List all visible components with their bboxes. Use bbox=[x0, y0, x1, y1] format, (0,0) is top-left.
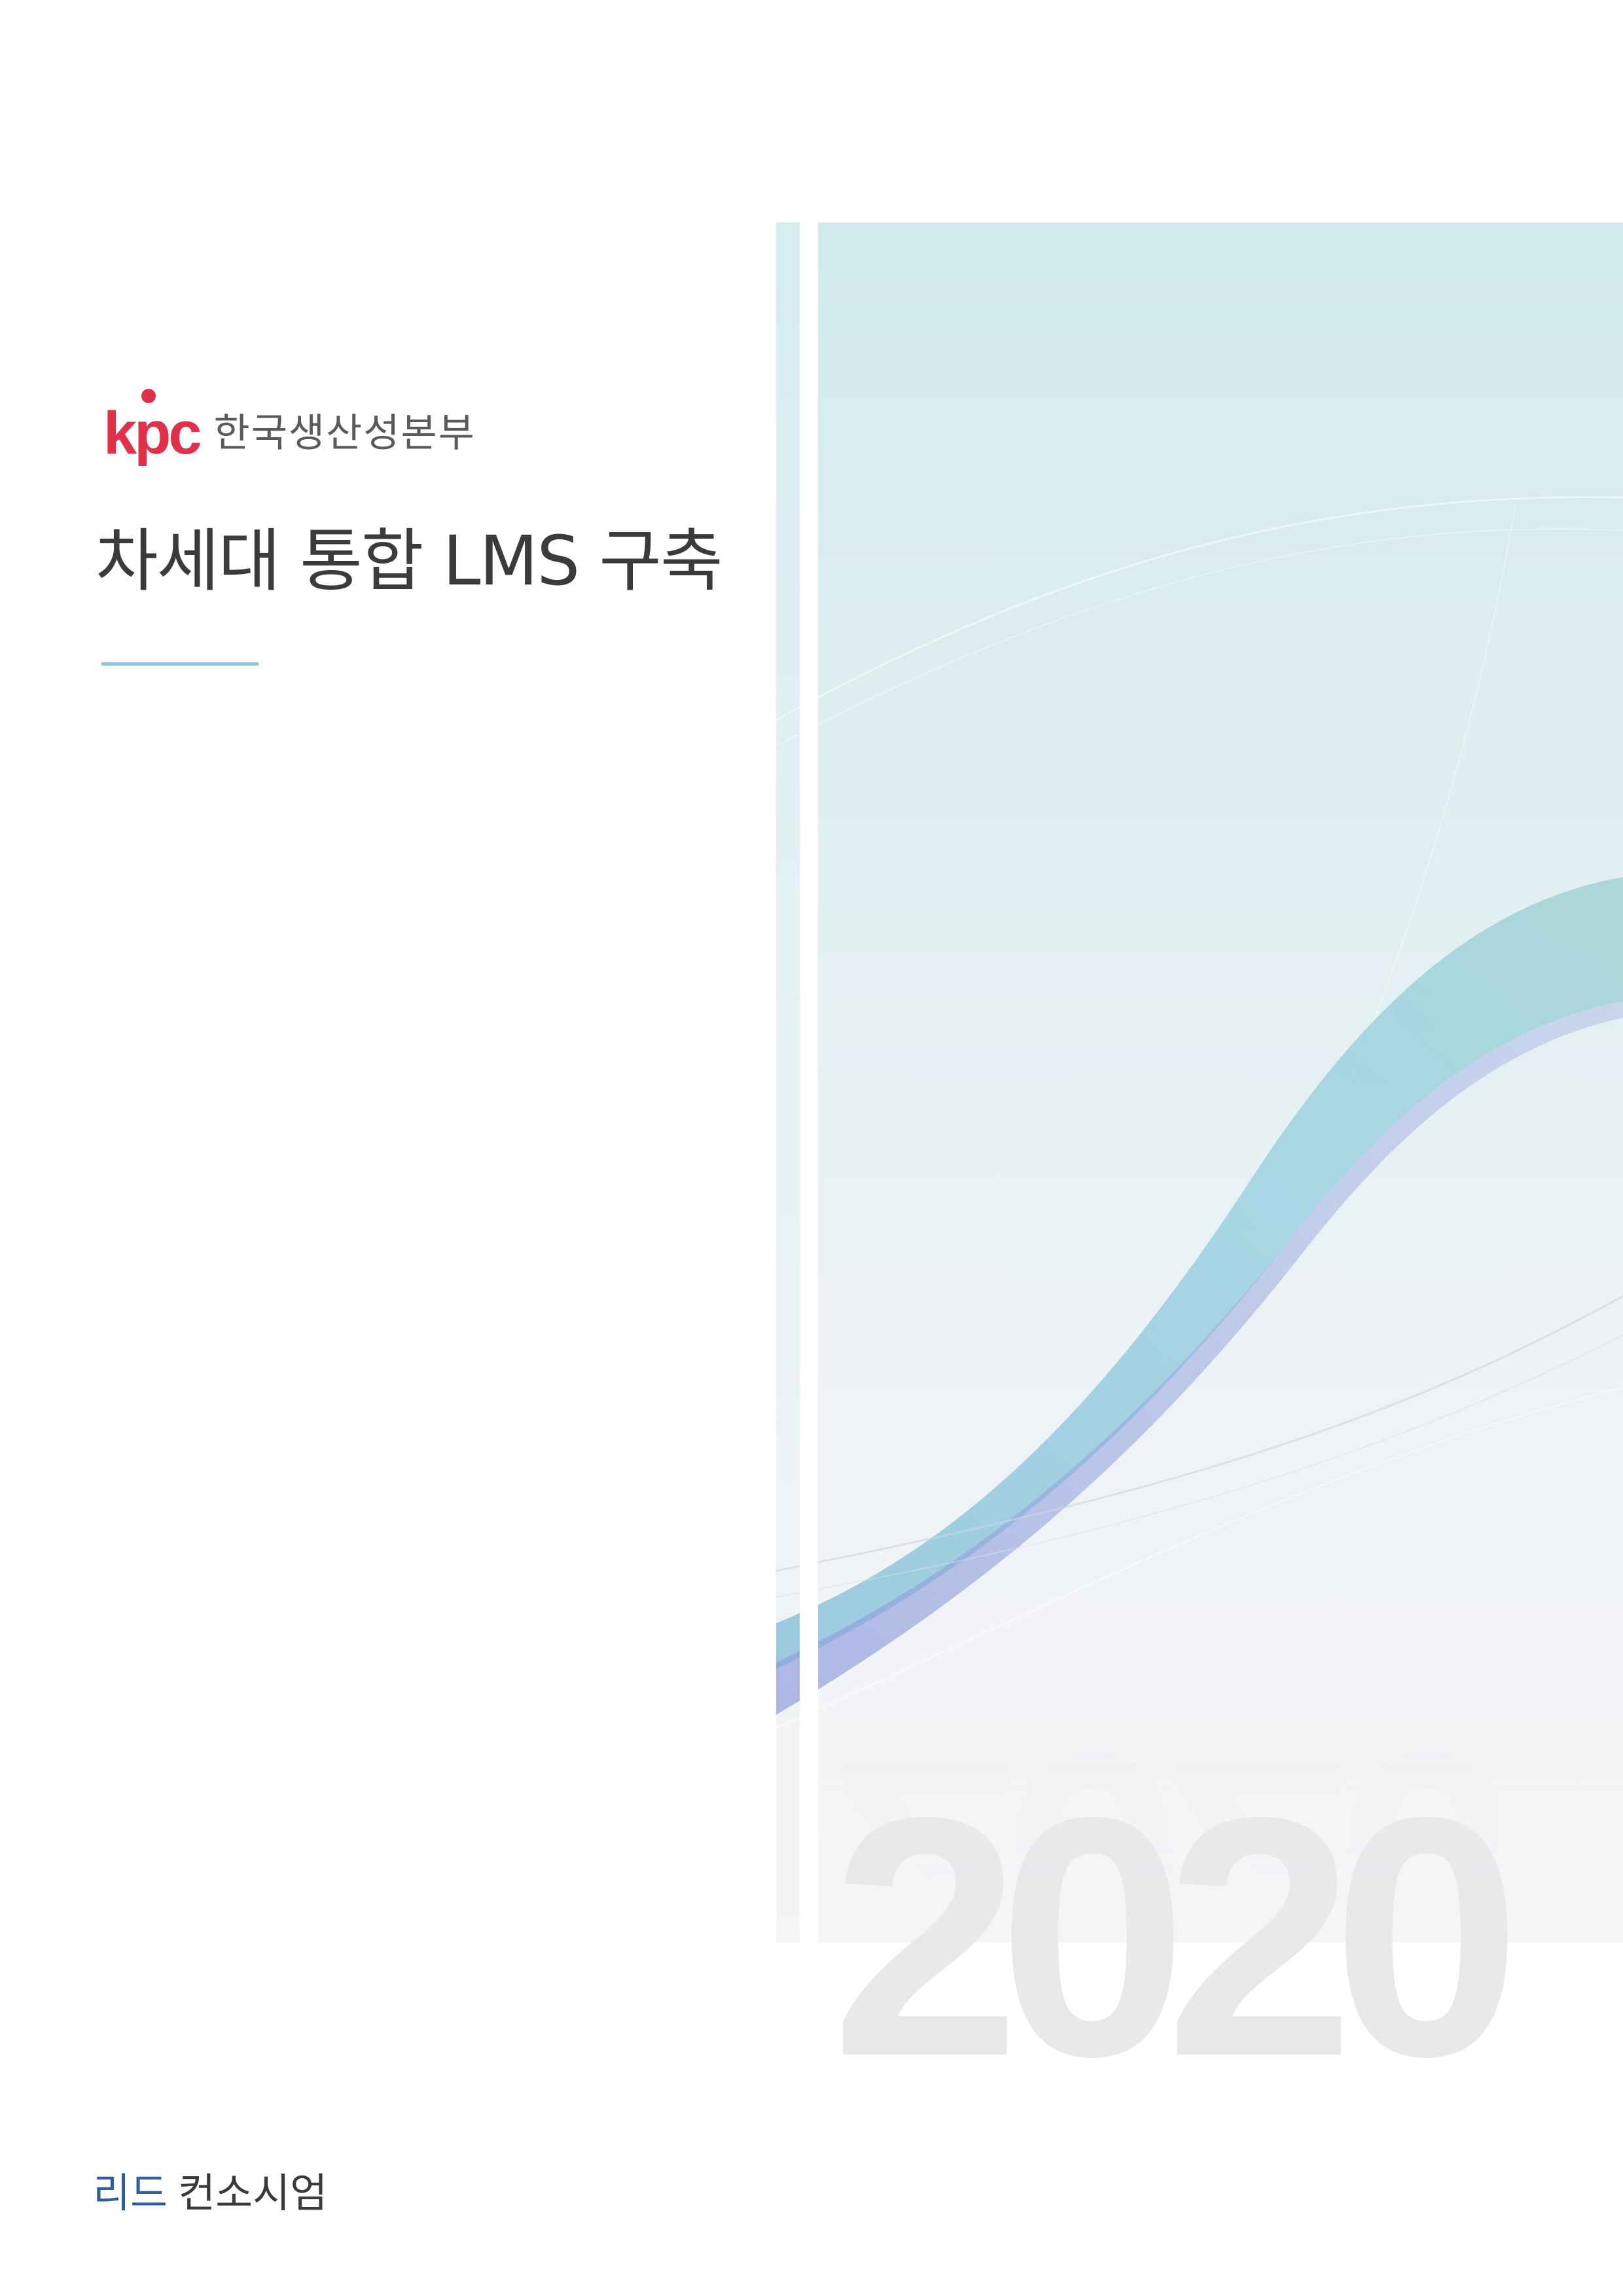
company-name-part2: 컨소시엄 bbox=[178, 2169, 328, 2217]
year-reflection: 2020 bbox=[831, 1682, 1499, 2062]
footer-company: 리드 컨소시엄 bbox=[93, 2173, 327, 2214]
org-name: 한국생산성본부 bbox=[213, 410, 476, 456]
kpc-logo: kpc 한국생산성본부 bbox=[103, 389, 476, 463]
logo-dot-icon bbox=[141, 389, 156, 403]
document-title: 차세대 통합 LMS 구축 bbox=[96, 521, 723, 601]
logo-mark-text: kpc bbox=[103, 400, 202, 467]
company-name-part1: 리드 bbox=[93, 2169, 168, 2217]
wave-graphic bbox=[776, 223, 1623, 1943]
title-underline bbox=[101, 662, 259, 666]
logo-mark: kpc bbox=[103, 389, 202, 463]
